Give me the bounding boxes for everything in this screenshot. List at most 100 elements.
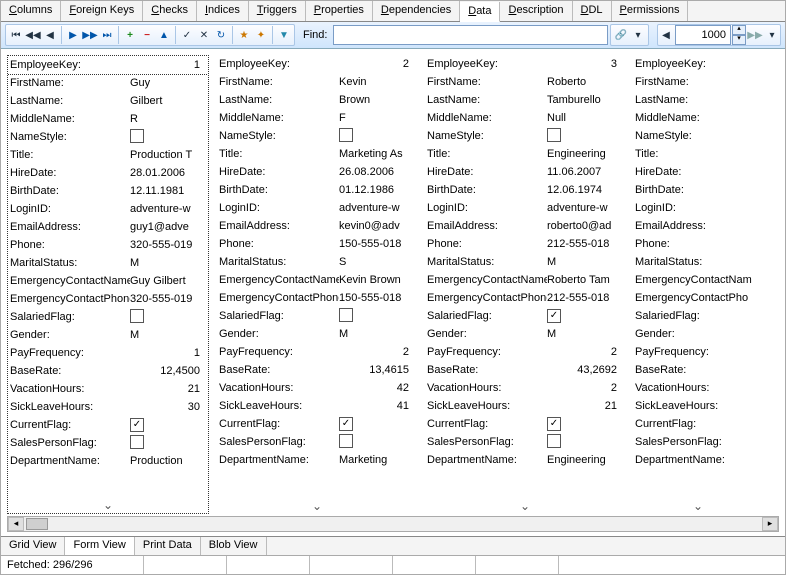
field-row-emailaddress[interactable]: EmailAddress:guy1@adve xyxy=(8,218,208,236)
field-row-namestyle[interactable]: NameStyle: xyxy=(217,127,417,145)
field-row-maritalstatus[interactable]: MaritalStatus:M xyxy=(425,253,625,271)
field-row-baserate[interactable]: BaseRate:12,4500 xyxy=(8,362,208,380)
field-row-loginid[interactable]: LoginID: xyxy=(633,199,763,217)
checkbox-icon[interactable] xyxy=(339,308,353,322)
prev-record-button[interactable]: ◀ xyxy=(42,27,58,43)
field-row-emergencycontactphone[interactable]: EmergencyContactPhone:150-555-018 xyxy=(217,289,417,307)
field-value[interactable]: Kevin xyxy=(339,76,415,88)
field-value[interactable] xyxy=(339,434,415,451)
field-row-emergencycontactname[interactable]: EmergencyContactName:Kevin Brown xyxy=(217,271,417,289)
field-row-departmentname[interactable]: DepartmentName:Marketing xyxy=(217,451,417,469)
field-row-title[interactable]: Title:Engineering xyxy=(425,145,625,163)
field-value[interactable] xyxy=(130,129,206,146)
field-value[interactable]: 30 xyxy=(130,401,206,413)
field-value[interactable]: 212-555-018 xyxy=(547,292,623,304)
field-row-emergencycontactname[interactable]: EmergencyContactNam xyxy=(633,271,763,289)
field-row-title[interactable]: Title: xyxy=(633,145,763,163)
field-value[interactable]: 13,4615 xyxy=(339,364,415,376)
field-value[interactable] xyxy=(547,128,623,145)
field-value[interactable]: 11.06.2007 xyxy=(547,166,623,178)
field-value[interactable]: ✓ xyxy=(547,309,623,323)
field-row-salariedflag[interactable]: SalariedFlag: xyxy=(217,307,417,325)
field-row-middlename[interactable]: MiddleName: xyxy=(633,109,763,127)
field-row-firstname[interactable]: FirstName:Kevin xyxy=(217,73,417,91)
field-value[interactable]: Production T xyxy=(130,149,206,161)
scroll-thumb[interactable] xyxy=(26,518,48,530)
field-row-vacationhours[interactable]: VacationHours:42 xyxy=(217,379,417,397)
checkbox-icon[interactable] xyxy=(339,434,353,448)
record-card[interactable]: EmployeeKey:1FirstName:GuyLastName:Gilbe… xyxy=(7,55,209,514)
tab-permissions[interactable]: Permissions xyxy=(612,1,689,21)
delete-record-button[interactable]: − xyxy=(139,27,155,43)
field-value[interactable]: 42 xyxy=(339,382,415,394)
field-row-vacationhours[interactable]: VacationHours:2 xyxy=(425,379,625,397)
field-row-lastname[interactable]: LastName:Tamburello xyxy=(425,91,625,109)
field-row-sickleavehours[interactable]: SickLeaveHours: xyxy=(633,397,763,415)
field-value[interactable] xyxy=(547,434,623,451)
field-row-birthdate[interactable]: BirthDate:12.11.1981 xyxy=(8,182,208,200)
last-record-button[interactable]: ⏭ xyxy=(99,27,115,43)
field-row-salespersonflag[interactable]: SalesPersonFlag: xyxy=(8,434,208,452)
refresh-button[interactable]: ↻ xyxy=(213,27,229,43)
field-value[interactable]: Roberto Tam xyxy=(547,274,623,286)
field-row-namestyle[interactable]: NameStyle: xyxy=(633,127,763,145)
fetch-next-button[interactable]: ▶▶ xyxy=(747,27,763,43)
field-value[interactable]: guy1@adve xyxy=(130,221,206,233)
field-value[interactable]: M xyxy=(547,256,623,268)
field-value[interactable]: Kevin Brown xyxy=(339,274,415,286)
field-value[interactable]: 3 xyxy=(547,58,623,70)
field-row-middlename[interactable]: MiddleName:F xyxy=(217,109,417,127)
tab-description[interactable]: Description xyxy=(500,1,572,21)
field-value[interactable]: 2 xyxy=(547,346,623,358)
field-row-departmentname[interactable]: DepartmentName:Engineering xyxy=(425,451,625,469)
field-value[interactable]: Roberto xyxy=(547,76,623,88)
field-value[interactable]: R xyxy=(130,113,206,125)
field-row-currentflag[interactable]: CurrentFlag: xyxy=(633,415,763,433)
field-row-hiredate[interactable]: HireDate:26.08.2006 xyxy=(217,163,417,181)
field-value[interactable]: 2 xyxy=(339,58,415,70)
fetch-dropdown-button[interactable]: ▾ xyxy=(764,27,780,43)
record-card[interactable]: EmployeeKey:FirstName:LastName:MiddleNam… xyxy=(633,55,763,514)
tab-dependencies[interactable]: Dependencies xyxy=(373,1,460,21)
field-row-birthdate[interactable]: BirthDate: xyxy=(633,181,763,199)
field-row-employeekey[interactable]: EmployeeKey:1 xyxy=(8,56,208,75)
field-row-gender[interactable]: Gender: xyxy=(633,325,763,343)
field-value[interactable]: 320-555-019 xyxy=(130,293,206,305)
tab-triggers[interactable]: Triggers xyxy=(249,1,306,21)
field-value[interactable]: 1 xyxy=(130,347,206,359)
field-value[interactable] xyxy=(339,128,415,145)
prev-page-button[interactable]: ◀◀ xyxy=(25,27,41,43)
field-row-emergencycontactname[interactable]: EmergencyContactName:Roberto Tam xyxy=(425,271,625,289)
field-row-emergencycontactphone[interactable]: EmergencyContactPhone:320-555-019 xyxy=(8,290,208,308)
field-row-firstname[interactable]: FirstName: xyxy=(633,73,763,91)
tab-checks[interactable]: Checks xyxy=(143,1,197,21)
field-value[interactable]: 21 xyxy=(547,400,623,412)
checkbox-icon[interactable] xyxy=(130,309,144,323)
find-input[interactable] xyxy=(333,25,608,45)
view-tab-print-data[interactable]: Print Data xyxy=(135,537,201,555)
first-record-button[interactable]: ⏮ xyxy=(8,27,24,43)
field-value[interactable]: M xyxy=(130,329,206,341)
scroll-left-button[interactable]: ◂ xyxy=(8,517,24,531)
horizontal-scrollbar[interactable]: ◂ ▸ xyxy=(7,516,779,532)
view-tab-grid-view[interactable]: Grid View xyxy=(1,537,65,555)
find-link-button[interactable]: 🔗 xyxy=(613,27,629,43)
view-tab-form-view[interactable]: Form View xyxy=(65,537,134,555)
field-row-emergencycontactphone[interactable]: EmergencyContactPho xyxy=(633,289,763,307)
field-row-vacationhours[interactable]: VacationHours: xyxy=(633,379,763,397)
field-row-salespersonflag[interactable]: SalesPersonFlag: xyxy=(217,433,417,451)
fetch-count-input[interactable] xyxy=(675,25,731,45)
checkbox-icon[interactable] xyxy=(547,434,561,448)
field-row-departmentname[interactable]: DepartmentName:Production xyxy=(8,452,208,470)
field-row-employeekey[interactable]: EmployeeKey:3 xyxy=(425,55,625,73)
field-row-currentflag[interactable]: CurrentFlag:✓ xyxy=(217,415,417,433)
field-value[interactable]: 26.08.2006 xyxy=(339,166,415,178)
spin-down-button[interactable]: ▾ xyxy=(732,35,746,45)
tab-properties[interactable]: Properties xyxy=(306,1,373,21)
field-value[interactable]: 21 xyxy=(130,383,206,395)
filter-button[interactable]: ▼ xyxy=(276,27,292,43)
field-value[interactable]: Guy Gilbert xyxy=(130,275,206,287)
field-value[interactable]: M xyxy=(339,328,415,340)
scroll-right-button[interactable]: ▸ xyxy=(762,517,778,531)
field-value[interactable]: 2 xyxy=(547,382,623,394)
